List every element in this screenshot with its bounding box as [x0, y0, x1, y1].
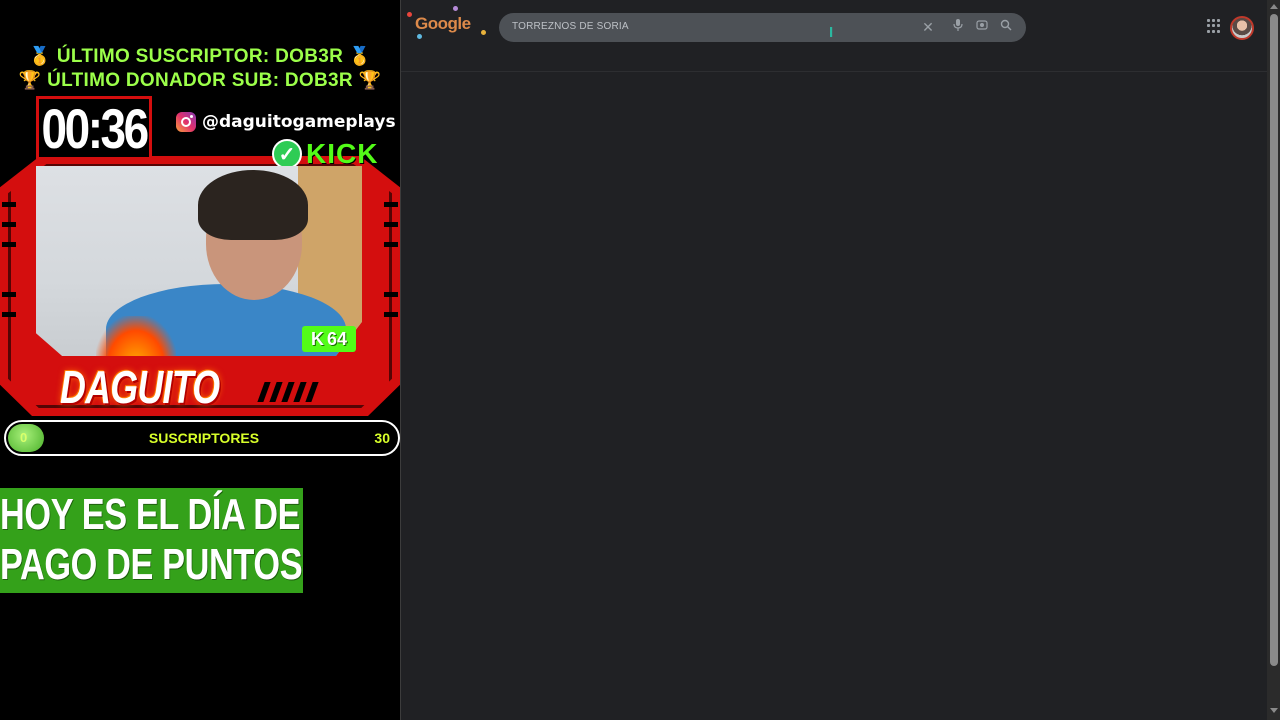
stream-overlay: 🥇 ÚLTIMO SUSCRIPTOR: DOB3R 🥇 🏆 ÚLTIMO DO…: [0, 0, 400, 720]
banner-line-1: HOY ES EL DÍA DE: [0, 490, 301, 539]
frame-vent: [384, 292, 398, 297]
streamer-name-logo: DAGUITO: [60, 361, 220, 413]
instagram-handle: @daguitogameplays: [202, 112, 396, 132]
browser-window: Google TORREZNOS DE SORIA I ✕: [400, 0, 1280, 720]
medal-icon: 🥇: [348, 46, 372, 66]
trophy-icon: 🏆: [358, 70, 382, 90]
flame-effect: [96, 316, 176, 356]
verified-check-icon: ✓: [272, 139, 302, 169]
frame-vent: [384, 242, 398, 247]
last-donor-ticker: 🏆 ÚLTIMO DONADOR SUB: DOB3R 🏆: [0, 70, 400, 92]
search-input[interactable]: TORREZNOS DE SORIA: [512, 21, 629, 32]
instagram-icon: [176, 112, 196, 132]
frame-vent: [384, 222, 398, 227]
apps-grid-icon[interactable]: [1207, 19, 1221, 33]
doodle-dot: [407, 12, 412, 17]
last-subscriber-text: ÚLTIMO SUSCRIPTOR: DOB3R: [56, 46, 344, 67]
last-subscriber-ticker: 🥇 ÚLTIMO SUSCRIPTOR: DOB3R 🥇: [0, 46, 400, 68]
decorative-stripes: [255, 382, 375, 402]
kick-k-icon: K: [310, 328, 324, 349]
goal-label: SUSCRIPTORES: [148, 430, 260, 446]
logo-text: Google: [415, 14, 471, 33]
scroll-down-icon[interactable]: [1270, 708, 1278, 713]
account-avatar[interactable]: [1230, 16, 1254, 40]
last-donor-text: ÚLTIMO DONADOR SUB: DOB3R: [47, 70, 353, 91]
doodle-dot: [453, 6, 458, 11]
kick-level-value: 64: [326, 328, 348, 349]
frame-vent: [2, 312, 16, 317]
frame-vent: [2, 222, 16, 227]
vertical-scrollbar[interactable]: [1267, 0, 1280, 720]
kick-level-badge: K 64: [302, 326, 356, 352]
doodle-dot: [481, 30, 486, 35]
search-box[interactable]: TORREZNOS DE SORIA I ✕: [499, 13, 1026, 42]
countdown-timer: 00:36: [41, 96, 149, 160]
doodle-dot: [417, 34, 422, 39]
subscriber-goal-bar: 0 SUSCRIPTORES 30: [4, 420, 400, 456]
frame-vent: [2, 202, 16, 207]
countdown-box: 00:36: [36, 96, 152, 160]
kick-label: KICK: [306, 138, 379, 169]
trophy-icon: 🏆: [18, 70, 42, 90]
frame-vent: [2, 292, 16, 297]
frame-vent: [384, 312, 398, 317]
frame-vent: [2, 242, 16, 247]
mic-icon[interactable]: [950, 19, 966, 35]
scrollbar-thumb[interactable]: [1270, 14, 1278, 666]
goal-target-value: 30: [374, 430, 390, 446]
kick-tag: ✓ KICK: [272, 138, 378, 170]
scroll-up-icon[interactable]: [1270, 4, 1278, 9]
screen: 🥇 ÚLTIMO SUSCRIPTOR: DOB3R 🥇 🏆 ÚLTIMO DO…: [0, 0, 1280, 720]
announcement-banner: HOY ES EL DÍA DE PAGO DE PUNTOS: [0, 488, 303, 593]
banner-line-2: PAGO DE PUNTOS: [0, 540, 303, 589]
google-doodle-logo[interactable]: Google: [407, 6, 486, 39]
instagram-tag: @daguitogameplays: [176, 112, 396, 132]
webcam-frame: 00:36 @daguitogameplays ✓ KICK K 64 DAGU…: [0, 92, 400, 418]
close-icon[interactable]: ✕: [920, 19, 936, 35]
frame-vent: [384, 202, 398, 207]
lens-icon[interactable]: [974, 19, 990, 35]
text-cursor-icon: I: [829, 24, 834, 41]
search-icon[interactable]: [998, 19, 1014, 35]
google-results-header: Google TORREZNOS DE SORIA I ✕: [401, 0, 1267, 72]
webcam-person-hair: [198, 170, 308, 240]
medal-icon: 🥇: [28, 46, 52, 66]
